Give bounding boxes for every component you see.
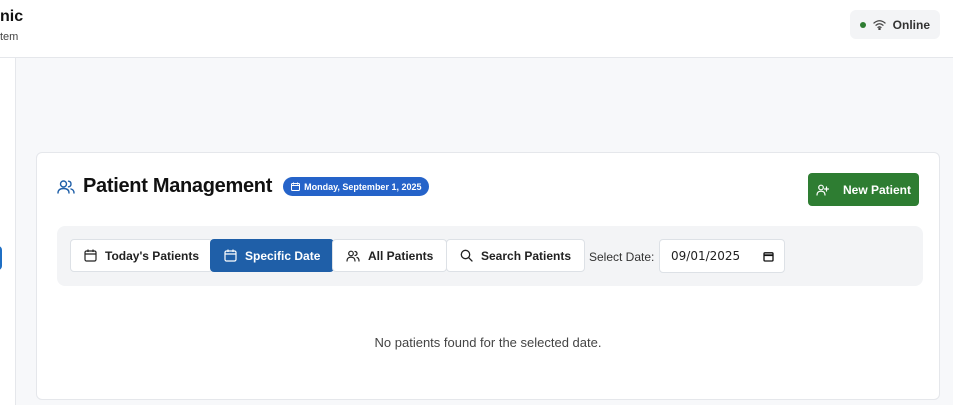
todays-patients-button[interactable]: Today's Patients bbox=[70, 239, 213, 272]
todays-patients-label: Today's Patients bbox=[105, 248, 199, 263]
status-label: Online bbox=[892, 17, 930, 32]
connection-status: Online bbox=[849, 10, 940, 39]
brand-title: nic bbox=[0, 8, 24, 25]
all-patients-label: All Patients bbox=[368, 248, 434, 263]
sidebar bbox=[0, 58, 16, 405]
status-dot-icon bbox=[859, 21, 866, 28]
specific-date-label: Specific Date bbox=[245, 248, 321, 263]
calendar-icon bbox=[291, 182, 301, 191]
wifi-icon bbox=[873, 19, 886, 30]
top-bar: nic tem Online bbox=[0, 0, 953, 58]
add-user-icon bbox=[816, 184, 829, 196]
users-icon bbox=[346, 250, 360, 262]
calendar-picker-icon[interactable] bbox=[763, 251, 774, 262]
specific-date-button[interactable]: Specific Date bbox=[210, 239, 335, 272]
search-patients-button[interactable]: Search Patients bbox=[446, 239, 586, 272]
date-input[interactable]: 09/01/2025 bbox=[659, 239, 785, 273]
users-icon bbox=[57, 179, 75, 195]
brand-subtitle: tem bbox=[0, 31, 19, 43]
date-input-value: 09/01/2025 bbox=[671, 249, 741, 263]
card-header: Patient Management Monday, September 1, … bbox=[57, 175, 430, 198]
patient-management-card: Patient Management Monday, September 1, … bbox=[36, 152, 940, 400]
calendar-icon bbox=[84, 249, 97, 262]
search-patients-label: Search Patients bbox=[481, 248, 572, 263]
date-badge-label: Monday, September 1, 2025 bbox=[304, 181, 422, 192]
empty-state-message: No patients found for the selected date. bbox=[374, 335, 602, 350]
calendar-icon bbox=[224, 249, 237, 262]
date-badge: Monday, September 1, 2025 bbox=[283, 177, 430, 196]
select-date-label: Select Date: bbox=[589, 250, 655, 264]
new-patient-label: New Patient bbox=[842, 182, 911, 197]
sidebar-active-indicator[interactable] bbox=[0, 246, 2, 270]
new-patient-button[interactable]: New Patient bbox=[808, 173, 919, 206]
all-patients-button[interactable]: All Patients bbox=[332, 239, 448, 272]
page-title: Patient Management bbox=[83, 175, 273, 197]
filter-bar: Today's Patients Specific Date All Patie… bbox=[57, 226, 923, 286]
search-icon bbox=[460, 249, 473, 262]
